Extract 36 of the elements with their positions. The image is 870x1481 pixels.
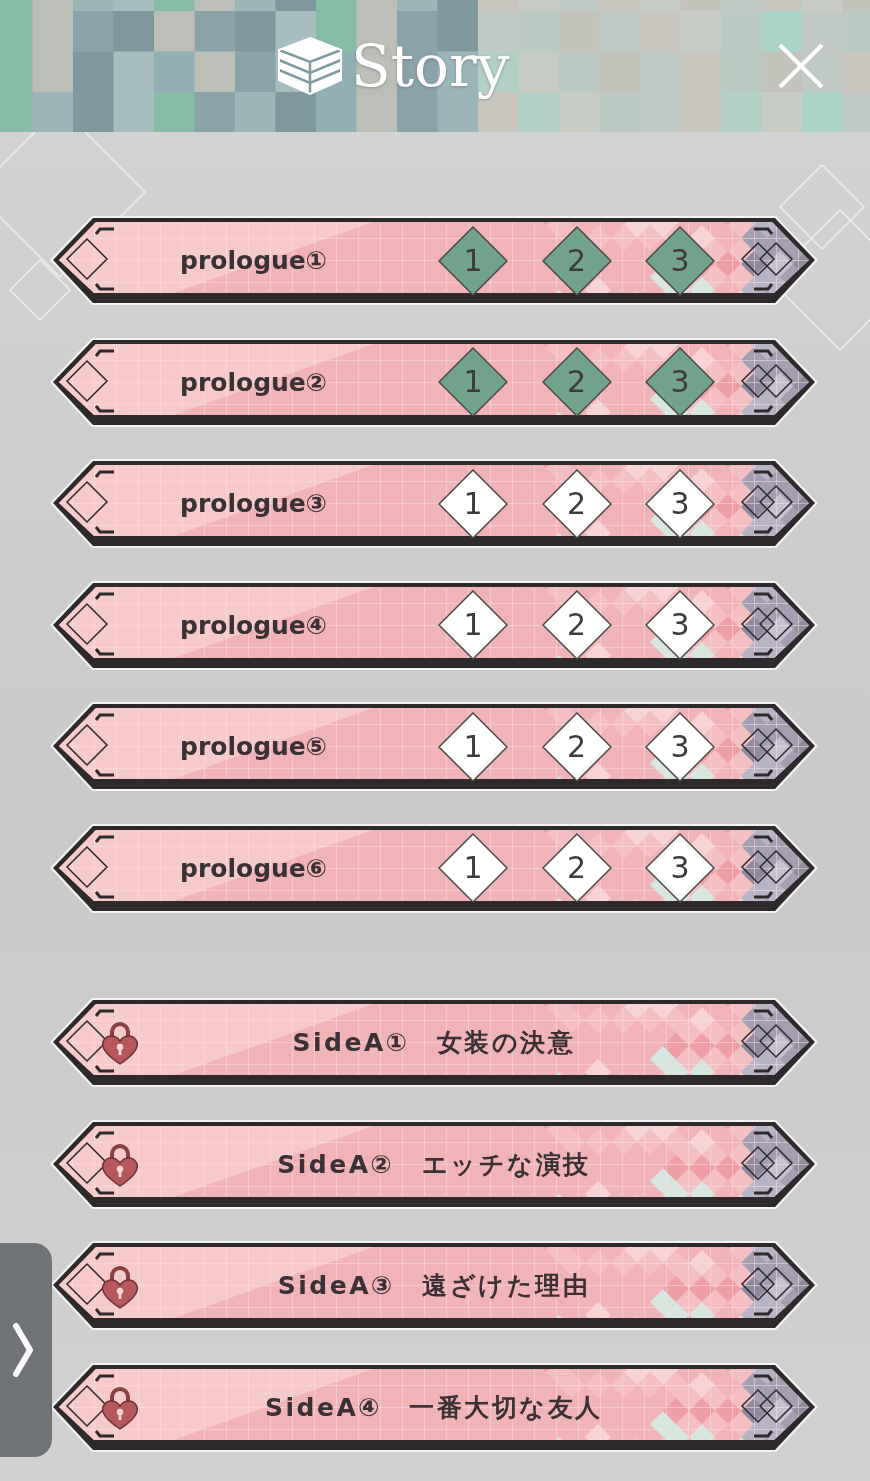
episode-button[interactable]: 3	[645, 590, 715, 661]
episode-button[interactable]: 2	[541, 347, 612, 418]
chapter-title: prologue③	[180, 489, 327, 519]
episode-button[interactable]: 1	[438, 711, 508, 782]
close-icon	[777, 42, 825, 90]
chapter-title: SideA④ 一番大切な友人	[265, 1391, 603, 1424]
episode-button[interactable]: 2	[541, 833, 612, 904]
chapter-title: prologue⑤	[180, 732, 327, 762]
chapter-title: SideA① 女装の決意	[292, 1026, 576, 1059]
chapter-banner-drawing[interactable]	[50, 1362, 818, 1452]
episode-button[interactable]: 1	[438, 833, 508, 904]
chapter-banner-drawing[interactable]	[50, 1241, 818, 1331]
episode-button[interactable]: 1	[438, 225, 508, 296]
episode-button[interactable]: 2	[541, 468, 612, 539]
book-stack-icon	[277, 36, 343, 96]
episode-button[interactable]: 1	[438, 468, 508, 539]
episode-button[interactable]: 3	[645, 833, 715, 904]
chapter-title: prologue①	[180, 246, 327, 275]
episode-button[interactable]: 2	[541, 711, 612, 782]
chapter-banner-drawing[interactable]	[50, 997, 818, 1087]
chapter-title: SideA② エッチな演技	[277, 1148, 591, 1181]
episode-button[interactable]: 3	[645, 347, 715, 418]
episode-button[interactable]: 2	[541, 590, 612, 661]
chapter-title: SideA③ 遠ざけた理由	[277, 1270, 591, 1303]
chapter-title: prologue⑥	[180, 853, 327, 883]
chapter-banner-drawing[interactable]	[50, 1119, 818, 1209]
episode-button[interactable]: 1	[438, 347, 508, 418]
drawer-tab-button[interactable]	[0, 1243, 52, 1457]
chapter-title: prologue②	[180, 367, 327, 397]
episode-button[interactable]: 3	[645, 711, 715, 782]
chapter-title: prologue④	[180, 610, 327, 640]
episode-button[interactable]: 3	[645, 225, 715, 296]
episode-button[interactable]: 2	[541, 225, 612, 296]
chevron-icon	[12, 1322, 34, 1378]
episode-button[interactable]: 1	[438, 590, 508, 661]
episode-button[interactable]: 3	[645, 468, 715, 539]
